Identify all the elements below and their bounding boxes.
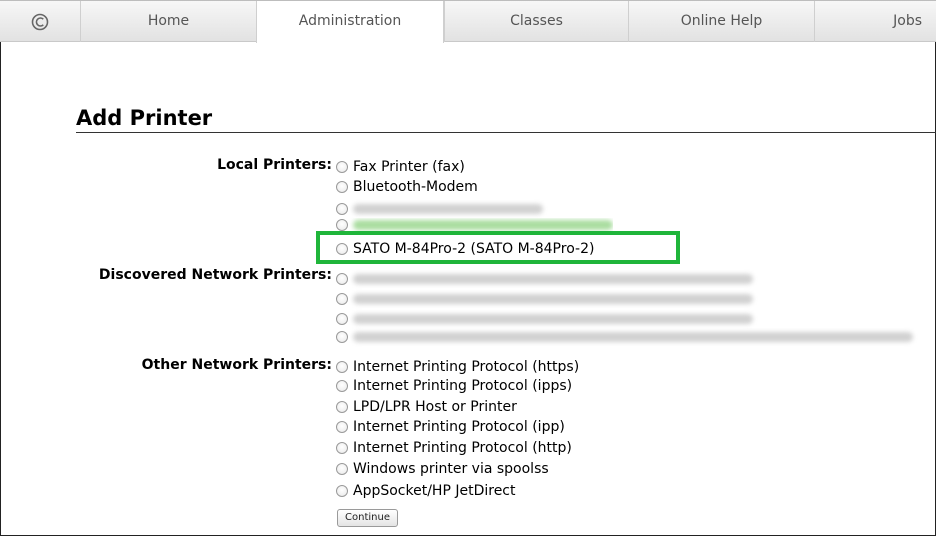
radio-button[interactable] [336, 442, 348, 454]
radio-button[interactable] [336, 161, 348, 173]
other-network-printers-label: Other Network Printers: [141, 357, 332, 373]
blurred-option-label [353, 314, 753, 324]
cups-logo-icon[interactable] [0, 1, 80, 42]
protocol-option-ipps[interactable]: Internet Printing Protocol (ipps) [336, 376, 572, 396]
radio-button[interactable] [336, 219, 348, 231]
printer-option-fax[interactable]: Fax Printer (fax) [336, 157, 465, 177]
option-label: Internet Printing Protocol (ipp) [353, 419, 565, 435]
network-printer-option-blurred[interactable] [336, 289, 753, 309]
printer-option-blurred[interactable] [336, 199, 543, 219]
top-navbar: Home Administration Classes Online Help … [0, 0, 936, 43]
radio-button[interactable] [336, 313, 348, 325]
protocol-option-http[interactable]: Internet Printing Protocol (http) [336, 438, 572, 458]
radio-button[interactable] [336, 380, 348, 392]
blurred-option-label [353, 220, 613, 230]
radio-button[interactable] [336, 401, 348, 413]
radio-button[interactable] [336, 421, 348, 433]
protocol-option-https[interactable]: Internet Printing Protocol (https) [336, 357, 579, 377]
title-divider [76, 132, 936, 133]
printer-option-bluetooth-modem[interactable]: Bluetooth-Modem [336, 177, 478, 197]
option-label: Fax Printer (fax) [353, 159, 465, 175]
protocol-option-ipp[interactable]: Internet Printing Protocol (ipp) [336, 417, 565, 437]
tab-jobs[interactable]: Jobs [814, 1, 936, 42]
option-label: Windows printer via spoolss [353, 461, 549, 477]
page-title: Add Printer [76, 106, 213, 130]
discovered-network-printers-label: Discovered Network Printers: [98, 267, 332, 283]
option-label: AppSocket/HP JetDirect [353, 483, 516, 499]
selection-highlight-box [316, 231, 680, 264]
radio-button[interactable] [336, 203, 348, 215]
option-label: Internet Printing Protocol (http) [353, 440, 572, 456]
network-printer-option-blurred[interactable] [336, 269, 753, 289]
radio-button[interactable] [336, 181, 348, 193]
radio-button[interactable] [336, 331, 348, 343]
tab-classes[interactable]: Classes [444, 1, 628, 42]
tab-administration[interactable]: Administration [256, 1, 444, 43]
network-printer-option-blurred[interactable] [336, 309, 753, 329]
radio-button[interactable] [336, 463, 348, 475]
protocol-option-lpd[interactable]: LPD/LPR Host or Printer [336, 397, 517, 417]
blurred-option-label [353, 332, 913, 342]
option-label: Internet Printing Protocol (https) [353, 359, 580, 375]
blurred-option-label [353, 204, 543, 214]
blurred-option-label [353, 274, 753, 284]
radio-button[interactable] [336, 293, 348, 305]
tab-online-help[interactable]: Online Help [628, 1, 814, 42]
tab-home[interactable]: Home [80, 1, 256, 42]
option-label: Bluetooth-Modem [353, 179, 478, 195]
continue-button[interactable]: Continue [337, 509, 398, 527]
option-label: LPD/LPR Host or Printer [353, 399, 517, 415]
network-printer-option-blurred[interactable] [336, 327, 913, 347]
blurred-option-label [353, 294, 753, 304]
protocol-option-appsocket[interactable]: AppSocket/HP JetDirect [336, 481, 516, 501]
radio-button[interactable] [336, 273, 348, 285]
option-label: Internet Printing Protocol (ipps) [353, 378, 573, 394]
protocol-option-spoolss[interactable]: Windows printer via spoolss [336, 459, 549, 479]
printer-option-blurred[interactable] [336, 218, 613, 232]
radio-button[interactable] [336, 361, 348, 373]
local-printers-label: Local Printers: [217, 157, 332, 173]
radio-button[interactable] [336, 485, 348, 497]
